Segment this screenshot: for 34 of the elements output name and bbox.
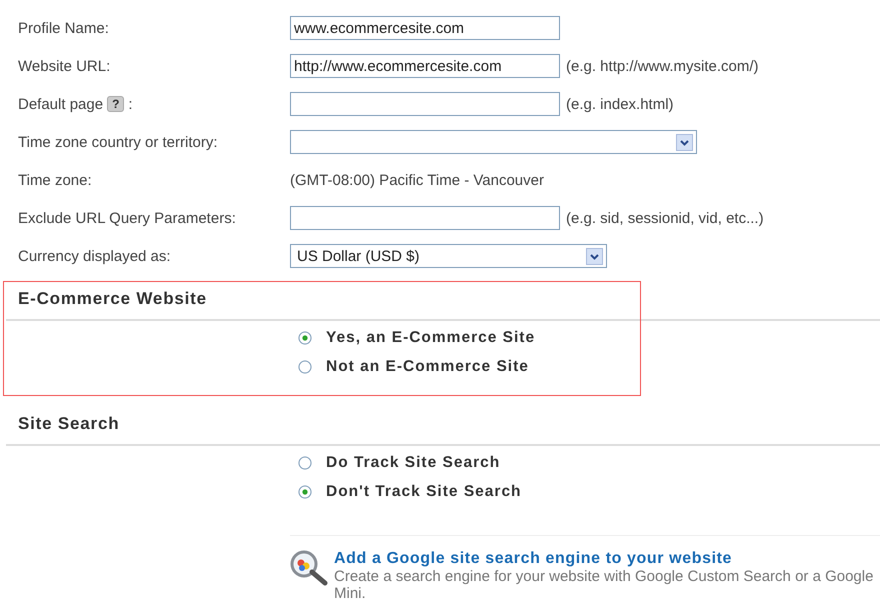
text-field[interactable] bbox=[290, 206, 560, 230]
caret-icon bbox=[586, 248, 603, 264]
text-field[interactable] bbox=[290, 92, 560, 116]
radio-label[interactable]: Do Track Site Search bbox=[326, 454, 500, 472]
radio-label[interactable]: Yes, an E-Commerce Site bbox=[326, 329, 536, 347]
radio-label[interactable]: Don't Track Site Search bbox=[326, 483, 522, 501]
field-hint: (e.g. index.html) bbox=[566, 96, 674, 112]
radio-button[interactable] bbox=[298, 360, 312, 374]
magnifier-icon bbox=[290, 550, 328, 586]
dropdown-field[interactable]: US Dollar (USD $) bbox=[290, 244, 607, 268]
help-button[interactable]: ? bbox=[107, 96, 124, 112]
field-hint: (e.g. sid, sessionid, vid, etc...) bbox=[566, 210, 764, 226]
label-colon: : bbox=[128, 96, 133, 112]
field-label: Exclude URL Query Parameters: bbox=[18, 210, 236, 226]
radio-button[interactable] bbox=[298, 456, 312, 470]
dropdown-field[interactable] bbox=[290, 130, 697, 154]
field-label: Profile Name: bbox=[18, 20, 109, 36]
radio-button[interactable] bbox=[298, 331, 312, 345]
section-heading: E-Commerce Website bbox=[17, 289, 207, 309]
field-value: (GMT-08:00) Pacific Time - Vancouver bbox=[290, 172, 544, 188]
promo-link[interactable]: Add a Google site search engine to your website bbox=[334, 550, 879, 568]
field-label: Currency displayed as: bbox=[18, 248, 171, 264]
radio-button[interactable] bbox=[298, 485, 312, 499]
text-field[interactable]: http://www.ecommercesite.com bbox=[290, 54, 560, 78]
field-label: Time zone country or territory: bbox=[18, 134, 218, 150]
promo-description: Create a search engine for your website with Google Custom Search or a Google Mini. bbox=[334, 568, 874, 602]
field-label: Time zone: bbox=[18, 172, 92, 188]
field-hint: (e.g. http://www.mysite.com/) bbox=[566, 58, 759, 74]
field-label: Default page bbox=[18, 96, 104, 112]
radio-label[interactable]: Not an E-Commerce Site bbox=[326, 358, 529, 376]
caret-icon bbox=[676, 134, 693, 150]
text-field[interactable]: www.ecommercesite.com bbox=[290, 16, 560, 40]
section-heading: Site Search bbox=[17, 414, 120, 434]
field-label: Website URL: bbox=[18, 58, 110, 74]
